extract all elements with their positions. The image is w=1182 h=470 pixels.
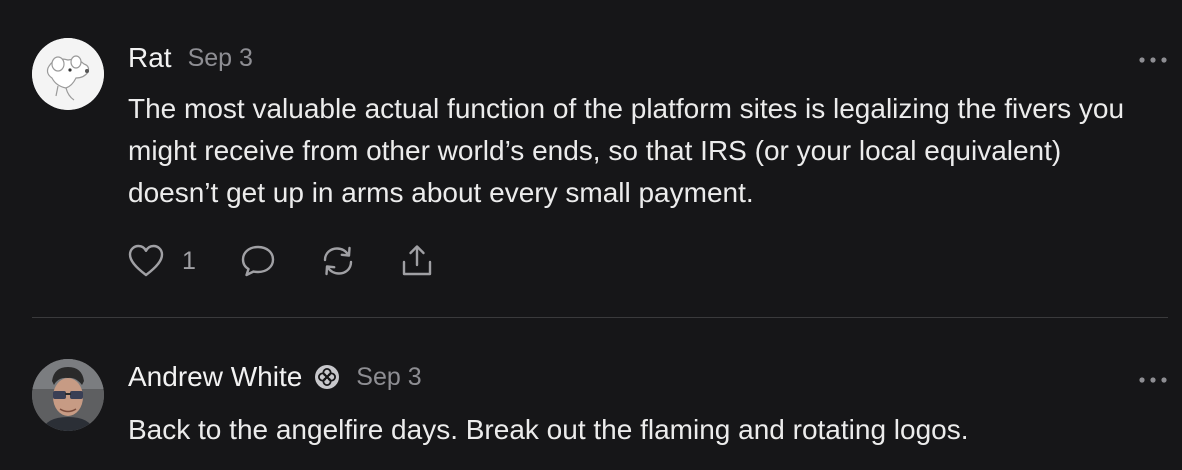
like-button[interactable]: 1 xyxy=(128,244,196,278)
author-name[interactable]: Rat xyxy=(128,42,172,74)
avatar[interactable] xyxy=(32,359,104,431)
heart-icon xyxy=(128,244,164,277)
comment-divider xyxy=(32,317,1168,318)
comment-actions: 1 xyxy=(128,244,478,278)
comment-icon xyxy=(241,245,275,277)
share-button[interactable] xyxy=(400,244,434,278)
comment-feed: Rat Sep 3 The most valuable actual funct… xyxy=(0,0,1182,470)
comment-text: Back to the angelfire days. Break out th… xyxy=(128,414,969,445)
reply-button[interactable] xyxy=(240,244,276,278)
post-date[interactable]: Sep 3 xyxy=(188,44,253,73)
person-avatar-icon xyxy=(32,359,104,431)
comment-text: The most valuable actual function of the… xyxy=(128,93,1125,208)
comment-item: Rat Sep 3 The most valuable actual funct… xyxy=(0,0,1182,318)
restack-button[interactable] xyxy=(320,244,356,278)
comment-item: Andrew White Sep 3 Back to the angelfire… xyxy=(0,319,1182,470)
post-date[interactable]: Sep 3 xyxy=(356,363,421,392)
comment-header: Rat Sep 3 xyxy=(128,42,253,74)
avatar[interactable] xyxy=(32,38,104,110)
more-options-icon[interactable] xyxy=(1138,376,1168,384)
more-options-icon[interactable] xyxy=(1138,56,1168,64)
share-icon xyxy=(402,245,432,276)
comment-header: Andrew White Sep 3 xyxy=(128,361,422,393)
like-count: 1 xyxy=(182,246,196,275)
rat-avatar-icon xyxy=(32,38,104,110)
author-name[interactable]: Andrew White xyxy=(128,361,302,393)
verified-badge-icon xyxy=(315,365,340,389)
repost-icon xyxy=(323,246,353,276)
